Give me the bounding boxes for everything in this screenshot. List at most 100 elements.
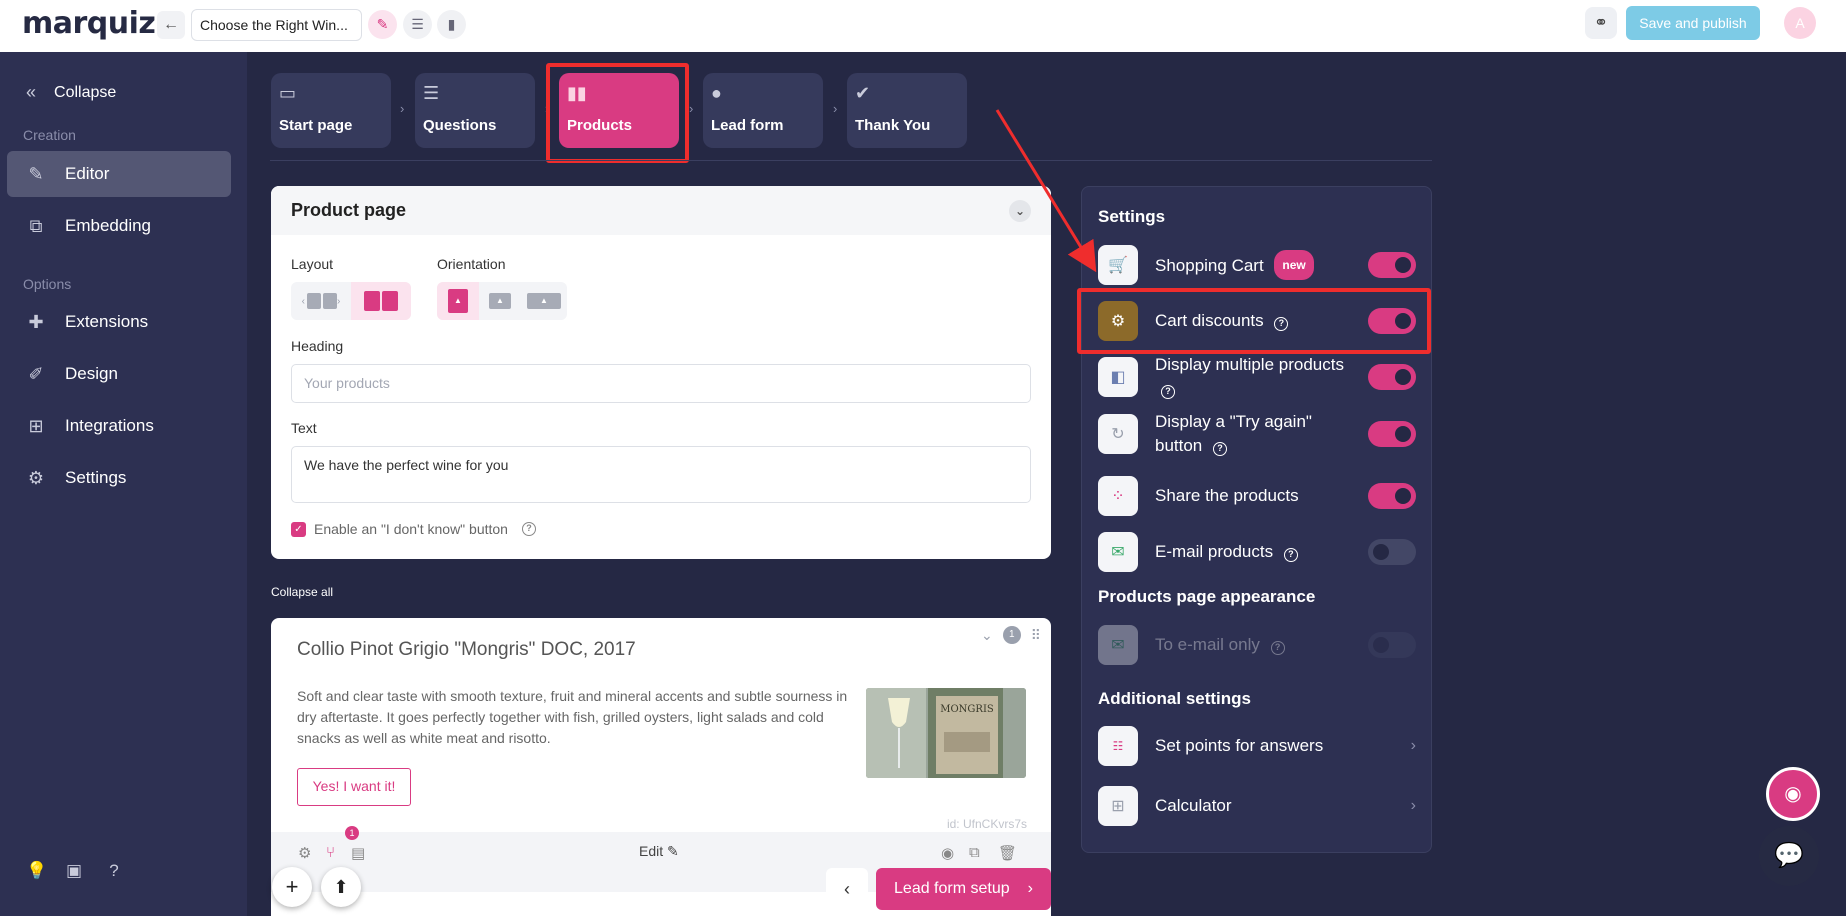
dont-know-checkbox[interactable]: ✓ bbox=[291, 521, 306, 537]
add-button[interactable]: + bbox=[272, 867, 312, 907]
product-description[interactable]: Soft and clear taste with smooth texture… bbox=[297, 686, 857, 749]
chevron-right-icon: › bbox=[1027, 880, 1033, 897]
setting-try-again: ↻ Display a "Try again" button ? bbox=[1098, 405, 1416, 463]
points-label: Set points for answers bbox=[1155, 736, 1324, 755]
new-badge: new bbox=[1274, 250, 1314, 280]
link-icon[interactable]: ⚭ bbox=[1585, 7, 1617, 39]
text-input[interactable]: We have the perfect wine for you bbox=[291, 446, 1031, 503]
branch-icon[interactable]: ⑂ bbox=[326, 844, 335, 861]
email-products-toggle[interactable] bbox=[1368, 539, 1416, 565]
edit-label: Edit bbox=[639, 843, 664, 859]
avatar[interactable]: A bbox=[1784, 7, 1816, 39]
calculator-label: Calculator bbox=[1155, 796, 1232, 815]
orientation-selector: ▲ ▲ ▲ bbox=[437, 282, 567, 320]
orientation-option-horizontal[interactable]: ▲ bbox=[479, 282, 521, 320]
help-icon[interactable]: ? bbox=[1283, 548, 1298, 562]
analytics-icon[interactable]: ▮ bbox=[437, 10, 466, 39]
edit-button[interactable]: Edit ✎ bbox=[639, 843, 679, 860]
step-thank-you[interactable]: ✔ Thank You bbox=[847, 73, 967, 148]
multiple-products-toggle[interactable] bbox=[1368, 364, 1416, 390]
eye-icon[interactable]: ◉ bbox=[941, 844, 954, 862]
share-products-label: Share the products bbox=[1155, 486, 1299, 505]
help-icon[interactable]: ? bbox=[103, 860, 125, 882]
folder-upload-icon[interactable]: ▣ bbox=[63, 860, 85, 882]
dont-know-label: Enable an "I don't know" button bbox=[314, 521, 508, 537]
card-icon[interactable]: ▤ bbox=[351, 844, 365, 862]
quiz-title-field[interactable]: Choose the Right Win... bbox=[191, 9, 362, 41]
setting-label: Set points for answers bbox=[1155, 734, 1411, 758]
gear-icon[interactable]: ⚙ bbox=[298, 844, 311, 862]
chat-button[interactable]: 💬 bbox=[1759, 826, 1819, 886]
collapse-all-link[interactable]: Collapse all bbox=[271, 585, 333, 599]
share-icon: ⁘ bbox=[1098, 476, 1138, 516]
pencil-icon: ✎ bbox=[667, 843, 679, 859]
setting-share-products: ⁘ Share the products bbox=[1098, 476, 1416, 516]
pencil-icon[interactable]: ✎ bbox=[368, 10, 397, 39]
setting-label: Shopping Cart new bbox=[1155, 250, 1368, 280]
layout-option-grid[interactable] bbox=[351, 282, 411, 320]
highlight-box-products bbox=[546, 63, 689, 163]
copy-icon[interactable]: ⧉ bbox=[969, 844, 980, 861]
sidebar-item-extensions[interactable]: ✚ Extensions bbox=[7, 299, 231, 345]
help-icon: ? bbox=[1270, 641, 1285, 655]
product-title[interactable]: Collio Pinot Grigio "Mongris" DOC, 2017 bbox=[297, 639, 636, 661]
pencil-icon: ✎ bbox=[28, 164, 44, 184]
product-image[interactable]: MONGRIS bbox=[866, 688, 1026, 778]
wine-label-text: MONGRIS bbox=[940, 704, 994, 715]
help-icon[interactable]: ? bbox=[1161, 385, 1175, 399]
orientation-option-vertical[interactable]: ▲ bbox=[437, 282, 479, 320]
list-icon[interactable]: ☰ bbox=[403, 10, 432, 39]
lightbulb-icon[interactable]: 💡 bbox=[26, 860, 48, 882]
setting-label: Calculator bbox=[1155, 794, 1411, 818]
drag-handle-icon[interactable]: ⠿ bbox=[1031, 627, 1041, 644]
back-button[interactable]: ← bbox=[157, 11, 185, 39]
email-only-label: To e-mail only bbox=[1155, 635, 1260, 654]
setting-label: Share the products bbox=[1155, 484, 1368, 508]
preview-eye-button[interactable]: ◉ bbox=[1766, 767, 1820, 821]
sidebar-item-design[interactable]: ✐ Design bbox=[7, 351, 231, 397]
setting-label: Display a "Try again" button ? bbox=[1155, 410, 1325, 458]
step-start-page[interactable]: ▭ Start page bbox=[271, 73, 391, 148]
badge-check-icon: ✔ bbox=[855, 83, 871, 103]
try-again-toggle[interactable] bbox=[1368, 421, 1416, 447]
trash-icon[interactable]: 🗑 bbox=[998, 844, 1017, 862]
share-products-toggle[interactable] bbox=[1368, 483, 1416, 509]
heading-input[interactable]: Your products bbox=[291, 364, 1031, 403]
prev-button[interactable]: ‹ bbox=[826, 868, 868, 910]
sidebar-item-label: Editor bbox=[65, 164, 110, 183]
section-options: Options bbox=[23, 276, 72, 292]
chevron-down-icon[interactable]: ⌄ bbox=[1009, 200, 1031, 222]
settings-title: Settings bbox=[1098, 207, 1166, 226]
divider bbox=[270, 160, 1432, 161]
list-icon: ☰ bbox=[423, 83, 440, 103]
additional-title: Additional settings bbox=[1098, 689, 1251, 708]
product-page-header[interactable]: Product page ⌄ bbox=[271, 186, 1051, 235]
setting-points[interactable]: ☷ Set points for answers › bbox=[1098, 726, 1416, 766]
email-icon: ✉ bbox=[1098, 625, 1138, 665]
layout-option-carousel[interactable]: ‹ › bbox=[291, 282, 351, 320]
chevron-right-icon: › bbox=[1410, 797, 1416, 814]
want-it-button[interactable]: Yes! I want it! bbox=[297, 768, 411, 806]
product-tools: ⌄ 1 ⠿ bbox=[981, 626, 1041, 644]
logo[interactable]: marquiz bbox=[22, 6, 156, 41]
sidebar-item-editor[interactable]: ✎ Editor bbox=[7, 151, 231, 197]
embed-icon: ⧉ bbox=[29, 216, 43, 236]
sidebar-item-integrations[interactable]: ⊞ Integrations bbox=[7, 403, 231, 449]
help-icon[interactable]: ? bbox=[1213, 442, 1227, 456]
upload-button[interactable]: ⬆ bbox=[321, 867, 361, 907]
collapse-button[interactable]: « Collapse bbox=[26, 82, 116, 103]
help-icon[interactable]: ? bbox=[521, 522, 536, 536]
sidebar-item-label: Integrations bbox=[65, 416, 154, 435]
wine-image: MONGRIS bbox=[866, 688, 1026, 778]
shopping-cart-label: Shopping Cart bbox=[1155, 256, 1264, 275]
lead-form-setup-button[interactable]: Lead form setup › bbox=[876, 868, 1051, 910]
sidebar-item-embedding[interactable]: ⧉ Embedding bbox=[7, 203, 231, 249]
step-questions[interactable]: ☰ Questions bbox=[415, 73, 535, 148]
step-lead-form[interactable]: ● Lead form bbox=[703, 73, 823, 148]
save-and-publish-button[interactable]: Save and publish bbox=[1626, 6, 1760, 40]
orientation-option-wide[interactable]: ▲ bbox=[521, 282, 567, 320]
sidebar-item-settings[interactable]: ⚙ Settings bbox=[7, 455, 231, 501]
chevron-down-icon[interactable]: ⌄ bbox=[981, 627, 993, 644]
setting-calculator[interactable]: ⊞ Calculator › bbox=[1098, 786, 1416, 826]
shopping-cart-toggle[interactable] bbox=[1368, 252, 1416, 278]
